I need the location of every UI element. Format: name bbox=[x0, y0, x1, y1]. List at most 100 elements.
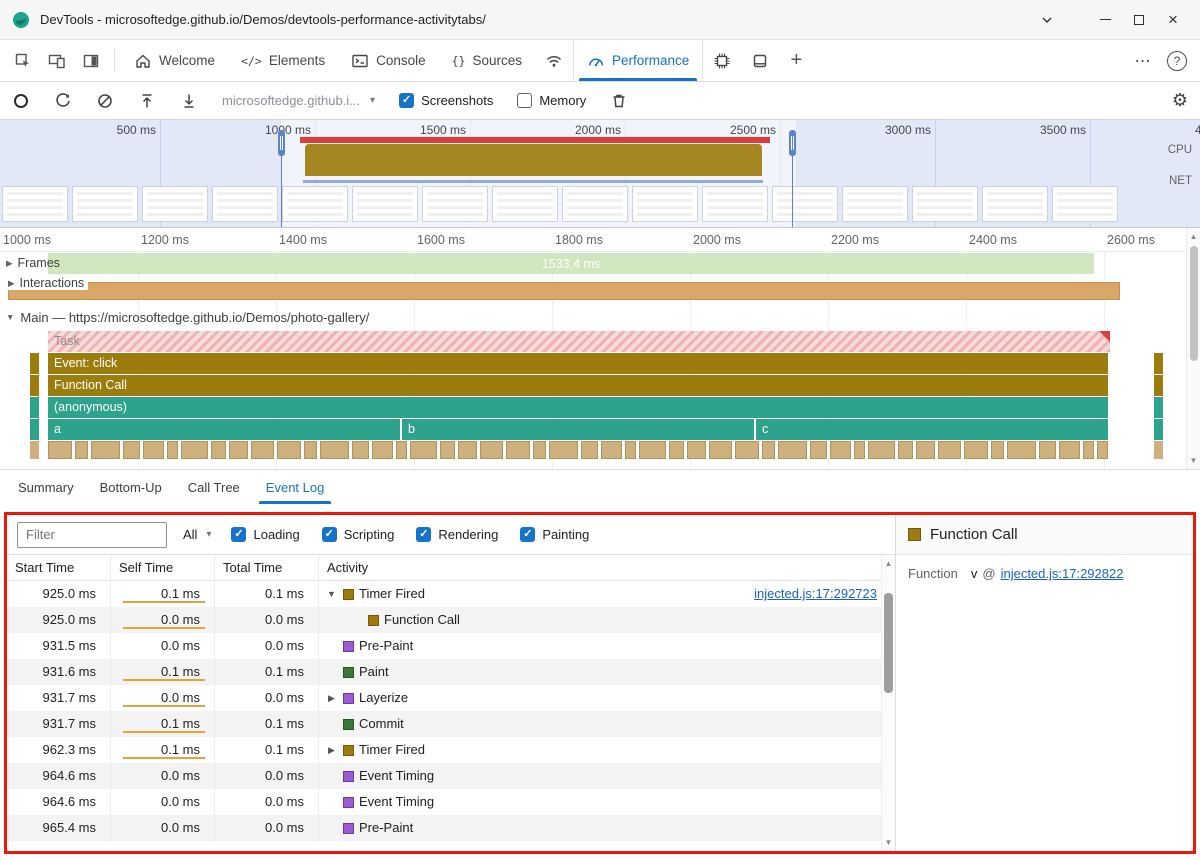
flame-segment[interactable] bbox=[167, 441, 178, 459]
screenshot-thumbnail[interactable] bbox=[492, 186, 558, 222]
column-header-total-time[interactable]: Total Time bbox=[215, 555, 319, 580]
flame-segment[interactable] bbox=[625, 441, 636, 459]
scroll-up-icon[interactable]: ▲ bbox=[1187, 232, 1200, 241]
flame-segment[interactable] bbox=[251, 441, 274, 459]
flame-remnant[interactable] bbox=[1154, 441, 1163, 459]
screenshot-thumbnail[interactable] bbox=[632, 186, 698, 222]
flame-segment[interactable] bbox=[506, 441, 530, 459]
timeline-scrollbar[interactable]: ▲ ▼ bbox=[1186, 228, 1200, 469]
save-profile-button[interactable] bbox=[180, 92, 198, 110]
table-scrollbar[interactable]: ▲ ▼ bbox=[881, 555, 895, 851]
flame-segment[interactable] bbox=[898, 441, 913, 459]
expander-icon[interactable]: ▼ bbox=[325, 581, 338, 607]
flame-remnant[interactable] bbox=[30, 419, 39, 440]
checkbox-unchecked-icon[interactable] bbox=[517, 93, 533, 108]
flame-segment[interactable] bbox=[709, 441, 732, 459]
settings-gear-icon[interactable]: ⚙ bbox=[1172, 90, 1188, 111]
flame-segment[interactable] bbox=[778, 441, 807, 459]
flame-segment[interactable] bbox=[964, 441, 988, 459]
flame-bar-c[interactable]: c bbox=[756, 419, 1108, 440]
flame-segment[interactable] bbox=[277, 441, 301, 459]
duration-filter-dropdown[interactable]: All ▾ bbox=[183, 527, 211, 542]
selection-handle-left[interactable] bbox=[278, 130, 285, 227]
flame-segment[interactable] bbox=[304, 441, 317, 459]
flame-segment[interactable] bbox=[735, 441, 759, 459]
scroll-down-icon[interactable]: ▼ bbox=[882, 838, 895, 847]
filter-input[interactable] bbox=[17, 521, 167, 548]
flame-bar-function-call[interactable]: Function Call bbox=[48, 375, 1108, 396]
tab-bottom-up[interactable]: Bottom-Up bbox=[87, 470, 175, 504]
flame-segment[interactable] bbox=[1007, 441, 1036, 459]
flame-remnant[interactable] bbox=[30, 375, 39, 396]
screenshot-thumbnail[interactable] bbox=[562, 186, 628, 222]
screenshot-thumbnail[interactable] bbox=[912, 186, 978, 222]
flame-segment[interactable] bbox=[762, 441, 775, 459]
flame-remnant[interactable] bbox=[1154, 419, 1163, 440]
event-log-row[interactable]: 964.6 ms 0.0 ms 0.0 ms Event Timing bbox=[7, 789, 895, 815]
scroll-thumb[interactable] bbox=[884, 593, 893, 693]
flame-segment[interactable] bbox=[639, 441, 666, 459]
screenshots-checkbox[interactable]: ✓ Screenshots bbox=[399, 93, 493, 108]
flame-bar-a[interactable]: a bbox=[48, 419, 400, 440]
flame-segment[interactable] bbox=[372, 441, 393, 459]
screenshot-thumbnail[interactable] bbox=[772, 186, 838, 222]
tab-console[interactable]: Console bbox=[338, 40, 439, 81]
flame-segment[interactable] bbox=[480, 441, 503, 459]
event-log-row[interactable]: 931.7 ms 0.1 ms 0.1 ms Commit bbox=[7, 711, 895, 737]
screenshot-thumbnail[interactable] bbox=[212, 186, 278, 222]
flame-bar-b[interactable]: b bbox=[402, 419, 754, 440]
filter-checkbox-loading[interactable]: ✓ Loading bbox=[231, 527, 300, 542]
flame-segment[interactable] bbox=[91, 441, 120, 459]
tab-welcome[interactable]: Welcome bbox=[121, 40, 228, 81]
event-log-row[interactable]: 931.6 ms 0.1 ms 0.1 ms Paint bbox=[7, 659, 895, 685]
window-close-button[interactable]: × bbox=[1156, 4, 1190, 36]
checkbox-checked-icon[interactable]: ✓ bbox=[321, 527, 337, 542]
flame-segment[interactable] bbox=[143, 441, 164, 459]
flame-segment[interactable] bbox=[75, 441, 88, 459]
tab-memory[interactable] bbox=[703, 40, 741, 81]
flame-remnant[interactable] bbox=[1154, 375, 1163, 396]
flame-segment[interactable] bbox=[396, 441, 407, 459]
event-log-row[interactable]: 925.0 ms 0.1 ms 0.1 ms ▼ Timer Fired injected… bbox=[7, 581, 895, 607]
interactions-track-toggle[interactable]: ▶ Interactions bbox=[4, 276, 89, 290]
frame-bar[interactable]: 1533.4 ms bbox=[48, 253, 1094, 274]
tab-event-log[interactable]: Event Log bbox=[253, 470, 338, 504]
source-location-link[interactable]: injected.js:17:292723 bbox=[754, 581, 877, 607]
add-tab-button[interactable]: + bbox=[779, 40, 813, 81]
flame-segment[interactable] bbox=[1059, 441, 1080, 459]
flame-segment[interactable] bbox=[320, 441, 349, 459]
flame-segment[interactable] bbox=[181, 441, 208, 459]
checkbox-checked-icon[interactable]: ✓ bbox=[231, 527, 247, 542]
event-log-row[interactable]: 931.5 ms 0.0 ms 0.0 ms Pre-Paint bbox=[7, 633, 895, 659]
scroll-thumb[interactable] bbox=[1190, 246, 1198, 361]
checkbox-checked-icon[interactable]: ✓ bbox=[520, 527, 536, 542]
flame-segment[interactable] bbox=[410, 441, 437, 459]
screenshot-thumbnail[interactable] bbox=[1052, 186, 1118, 222]
tab-network[interactable] bbox=[535, 40, 573, 81]
tab-elements[interactable]: </> Elements bbox=[228, 40, 338, 81]
flame-remnant[interactable] bbox=[30, 353, 39, 374]
flame-segment[interactable] bbox=[211, 441, 226, 459]
flame-segment[interactable] bbox=[229, 441, 248, 459]
event-log-row[interactable]: 931.7 ms 0.0 ms 0.0 ms ▶ Layerize bbox=[7, 685, 895, 711]
memory-checkbox[interactable]: Memory bbox=[517, 93, 586, 108]
flame-segment[interactable] bbox=[669, 441, 684, 459]
flame-segment[interactable] bbox=[830, 441, 851, 459]
column-header-activity[interactable]: Activity bbox=[319, 555, 895, 580]
flame-segment[interactable] bbox=[48, 441, 72, 459]
flame-bar-task[interactable]: Task bbox=[48, 331, 1110, 352]
flame-bar-event-click[interactable]: Event: click bbox=[48, 353, 1108, 374]
filter-checkbox-scripting[interactable]: ✓ Scripting bbox=[321, 527, 394, 542]
inspect-element-button[interactable] bbox=[6, 40, 40, 81]
clear-recording-button[interactable] bbox=[96, 92, 114, 110]
tab-summary[interactable]: Summary bbox=[5, 470, 87, 504]
delete-recording-button[interactable] bbox=[610, 92, 628, 110]
timeline-overview[interactable]: 500 ms 1000 ms 1500 ms 2000 ms 2500 ms 3000 m… bbox=[0, 120, 1200, 228]
device-emulation-button[interactable] bbox=[40, 40, 74, 81]
more-options-icon[interactable]: ⋯ bbox=[1126, 51, 1160, 71]
screenshot-thumbnail[interactable] bbox=[842, 186, 908, 222]
screenshot-thumbnail[interactable] bbox=[2, 186, 68, 222]
flame-segment[interactable] bbox=[581, 441, 598, 459]
screenshot-thumbnail[interactable] bbox=[422, 186, 488, 222]
scroll-down-icon[interactable]: ▼ bbox=[1187, 456, 1200, 465]
